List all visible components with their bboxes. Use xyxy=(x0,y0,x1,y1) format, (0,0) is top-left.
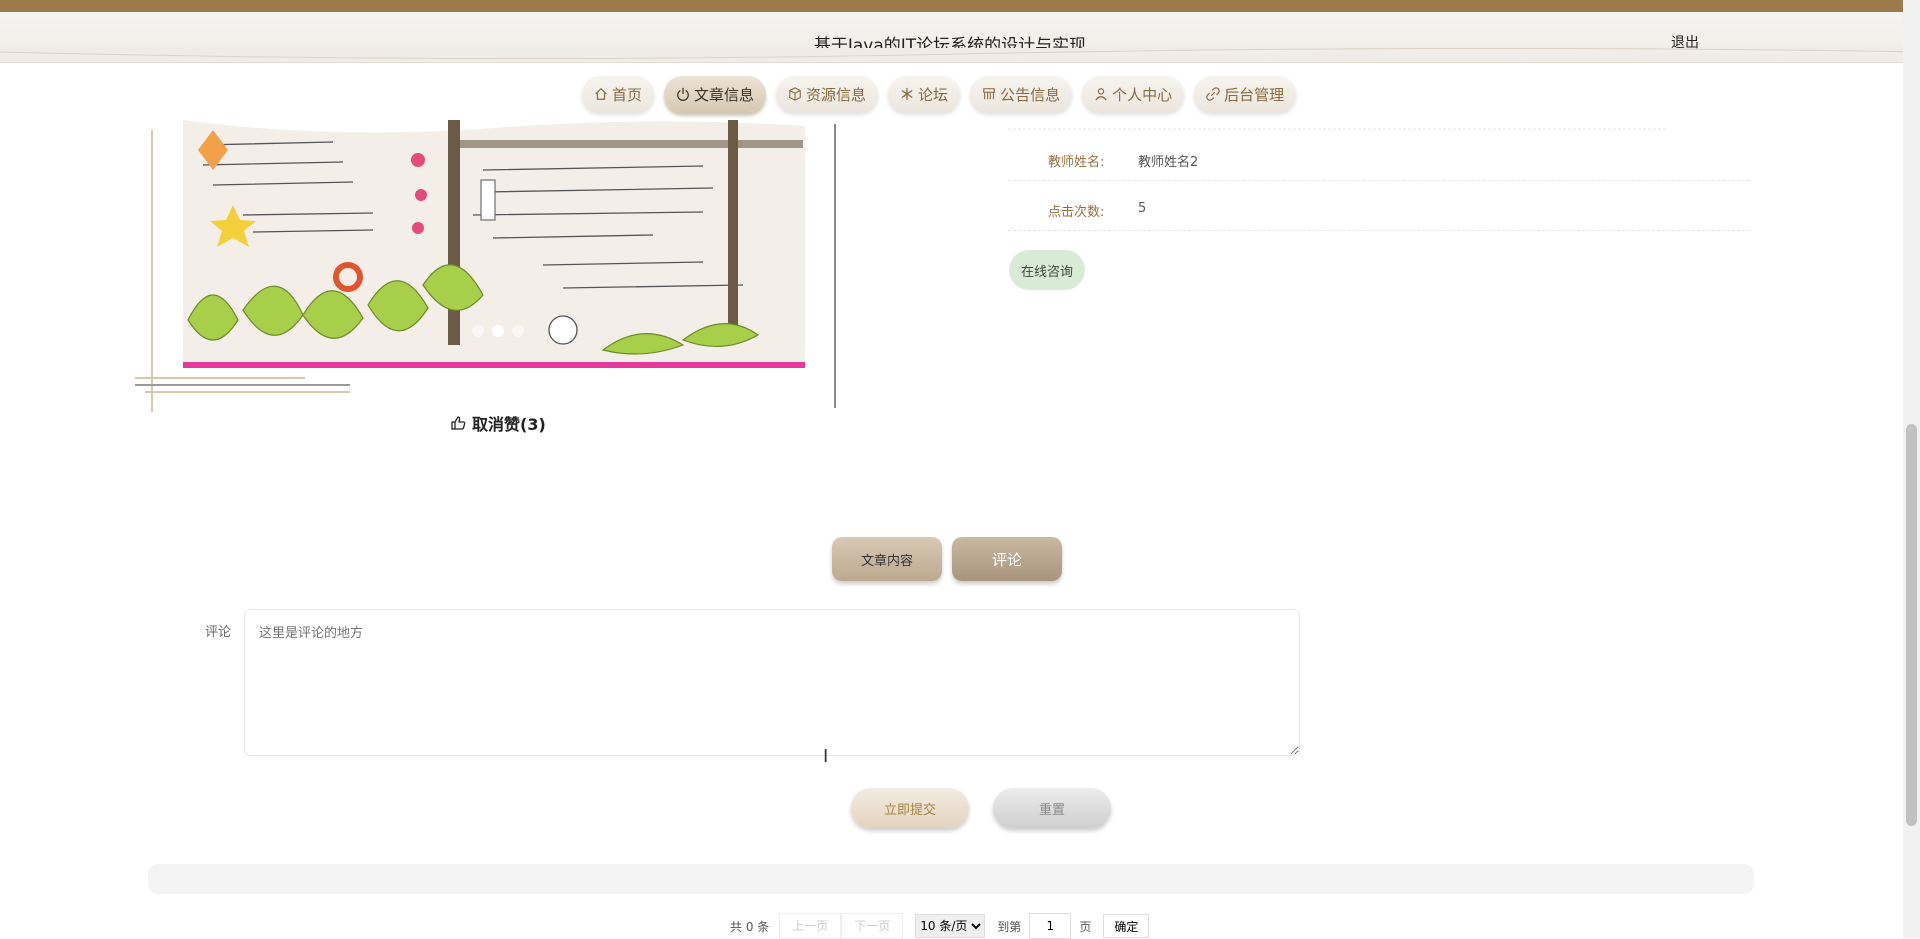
carousel-dots xyxy=(472,325,524,337)
scrollbar-thumb[interactable] xyxy=(1906,424,1917,826)
nav-label: 资源信息 xyxy=(806,85,867,104)
comment-label: 评论 xyxy=(205,625,232,640)
user-icon xyxy=(1095,88,1107,101)
snowflake-icon xyxy=(901,87,913,101)
carousel-dot-active[interactable] xyxy=(492,325,504,337)
tab-comment[interactable]: 评论 xyxy=(952,537,1062,581)
text-cursor-icon: I xyxy=(823,746,829,767)
nav-notices[interactable]: 公告信息 xyxy=(970,76,1073,112)
nav-forum[interactable]: 论坛 xyxy=(888,76,961,112)
unlike-button[interactable]: 取消赞(3) xyxy=(450,411,546,435)
next-page-button[interactable]: 下一页 xyxy=(841,913,904,939)
pagination: 共 0 条 上一页 下一页 10 条/页 到第 页 确定 xyxy=(730,913,1150,939)
nav-label: 后台管理 xyxy=(1224,85,1285,104)
info-row-teacher: 教师姓名: 教师姓名2 xyxy=(1008,130,1750,181)
tab-article-content[interactable]: 文章内容 xyxy=(832,537,942,581)
power-icon xyxy=(677,87,689,101)
nav-articles[interactable]: 文章信息 xyxy=(664,76,767,112)
header-wave-decoration xyxy=(0,48,1920,60)
goto-prefix: 到第 xyxy=(997,919,1022,934)
reset-button[interactable]: 重置 xyxy=(993,788,1111,828)
prev-page-button[interactable]: 上一页 xyxy=(779,913,842,939)
nav-label: 个人中心 xyxy=(1112,85,1173,104)
top-accent-bar xyxy=(0,0,1920,12)
carousel-dot[interactable] xyxy=(472,325,484,337)
consult-button[interactable]: 在线咨询 xyxy=(1009,250,1085,290)
nav-profile[interactable]: 个人中心 xyxy=(1082,76,1185,112)
page-size-select[interactable]: 10 条/页 xyxy=(915,914,986,938)
nav-home[interactable]: 首页 xyxy=(582,76,655,112)
pager-total: 共 0 条 xyxy=(730,919,770,934)
box-icon xyxy=(789,87,801,101)
nav-resources[interactable]: 资源信息 xyxy=(776,76,879,112)
goto-suffix: 页 xyxy=(1079,919,1092,934)
comment-input[interactable] xyxy=(244,609,1300,756)
grid-icon xyxy=(983,88,995,100)
nav-label: 公告信息 xyxy=(1000,85,1061,104)
info-label: 教师姓名: xyxy=(1048,155,1105,170)
goto-confirm-button[interactable]: 确定 xyxy=(1103,914,1150,938)
comment-list-area xyxy=(148,864,1754,894)
nav-label: 首页 xyxy=(612,85,643,104)
goto-page-input[interactable] xyxy=(1029,913,1072,939)
info-row-clicks: 点击次数: 5 xyxy=(1008,180,1750,231)
unlike-label: 取消赞(3) xyxy=(472,415,546,434)
nav-label: 论坛 xyxy=(918,85,949,104)
logout-link[interactable]: 退出 xyxy=(1671,32,1699,52)
article-gallery xyxy=(135,110,837,430)
carousel-dot[interactable] xyxy=(512,325,524,337)
info-value: 5 xyxy=(1138,201,1147,216)
nav-admin[interactable]: 后台管理 xyxy=(1194,76,1297,112)
info-label: 点击次数: xyxy=(1048,205,1105,220)
nav-label: 文章信息 xyxy=(694,85,755,104)
info-value: 教师姓名2 xyxy=(1138,155,1199,170)
link-icon xyxy=(1206,87,1220,101)
submit-button[interactable]: 立即提交 xyxy=(851,788,969,828)
thumbs-up-icon xyxy=(451,416,466,430)
home-icon xyxy=(595,87,607,100)
main-nav: 首页 文章信息 资源信息 论坛 公告信息 个人中心 后台管理 xyxy=(582,76,1297,112)
